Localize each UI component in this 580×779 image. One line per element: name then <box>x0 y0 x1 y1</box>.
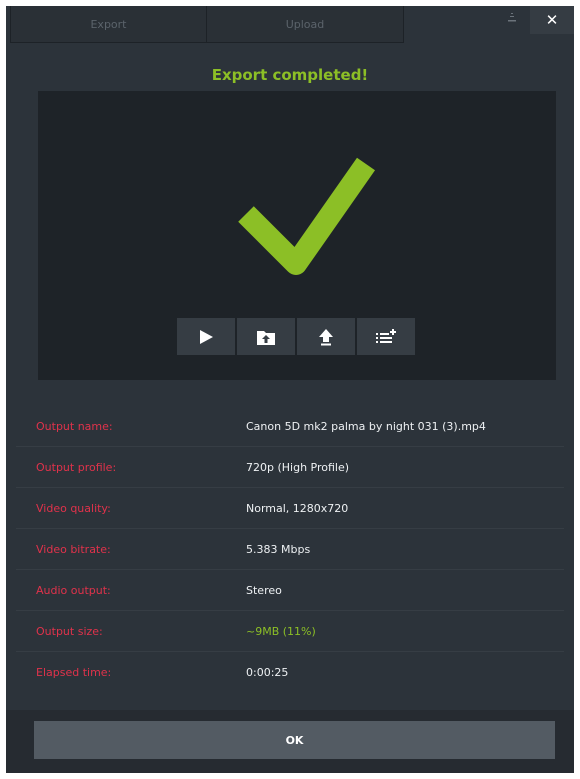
detail-value: Stereo <box>246 583 282 597</box>
tab-export[interactable]: Export <box>10 6 207 43</box>
detail-value: ~9MB (11%) <box>246 624 316 638</box>
ok-button[interactable]: OK <box>34 721 555 759</box>
detail-row-video-quality: Video quality: Normal, 1280x720 <box>16 488 564 529</box>
detail-row-output-name: Output name: Canon 5D mk2 palma by night… <box>16 406 564 447</box>
checkmark-icon <box>238 157 376 275</box>
detail-value: Canon 5D mk2 palma by night 031 (3).mp4 <box>246 419 486 433</box>
export-dialog: Export Upload ✕ Export completed! Output… <box>6 6 574 773</box>
detail-label: Audio output: <box>36 583 111 597</box>
preview-panel <box>38 91 556 380</box>
add-to-list-icon <box>376 328 396 343</box>
play-icon <box>200 329 213 344</box>
close-icon: ✕ <box>545 11 559 29</box>
detail-label: Output profile: <box>36 460 117 474</box>
preview-actions <box>177 318 415 355</box>
upload-button[interactable] <box>297 318 355 355</box>
detail-label: Output name: <box>36 419 113 433</box>
detail-label: Elapsed time: <box>36 665 112 679</box>
upload-icon <box>319 328 333 345</box>
dialog-footer: OK <box>6 710 574 773</box>
detail-row-output-profile: Output profile: 720p (High Profile) <box>16 447 564 488</box>
tab-upload[interactable]: Upload <box>207 6 404 43</box>
add-to-list-button[interactable] <box>357 318 415 355</box>
detail-row-elapsed-time: Elapsed time: 0:00:25 <box>16 652 564 692</box>
detail-value: 720p (High Profile) <box>246 460 350 474</box>
detail-row-video-bitrate: Video bitrate: 5.383 Mbps <box>16 529 564 570</box>
close-button[interactable]: ✕ <box>530 6 574 34</box>
tab-bar: Export Upload <box>10 6 404 44</box>
page-title: Export completed! <box>211 66 369 84</box>
open-folder-button[interactable] <box>237 318 295 355</box>
open-folder-icon <box>257 330 275 345</box>
play-button[interactable] <box>177 318 235 355</box>
detail-row-output-size: Output size: ~9MB (11%) <box>16 611 564 652</box>
minimize-icon[interactable] <box>502 10 522 28</box>
detail-label: Video quality: <box>36 501 111 515</box>
detail-label: Video bitrate: <box>36 542 111 556</box>
detail-label: Output size: <box>36 624 103 638</box>
detail-value: 0:00:25 <box>246 665 289 679</box>
export-details: Output name: Canon 5D mk2 palma by night… <box>16 406 564 692</box>
detail-row-audio-output: Audio output: Stereo <box>16 570 564 611</box>
detail-value: Normal, 1280x720 <box>246 501 349 515</box>
detail-value: 5.383 Mbps <box>246 542 311 556</box>
